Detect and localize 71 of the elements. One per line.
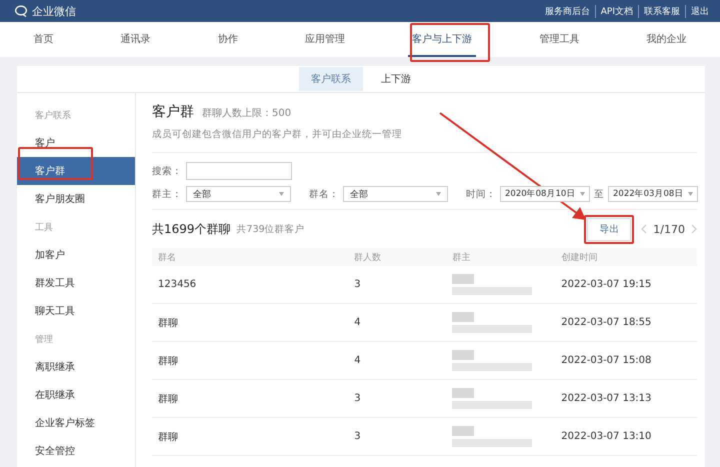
nav-tab[interactable]: 首页 — [30, 22, 58, 57]
page-description: 成员可创建包含微信用户的客户群，并可由企业统一管理 — [152, 128, 697, 153]
caret-icon — [436, 192, 441, 196]
member-count: 3 — [354, 431, 361, 442]
header-link[interactable]: 联系客服 — [638, 4, 685, 18]
group-name: 群聊 — [158, 394, 178, 404]
member-count: 3 — [354, 279, 361, 290]
name-dropdown[interactable]: 全部 — [343, 186, 448, 202]
page-title: 客户群 — [152, 103, 194, 121]
member-count: 4 — [354, 355, 361, 366]
column-header: 群人数 — [348, 248, 446, 266]
created-time: 2022-03-07 19:15 — [561, 279, 652, 290]
nav-tab[interactable]: 协作 — [214, 22, 242, 57]
sidebar-section-title: 工具 — [34, 222, 54, 235]
column-header: 群主 — [446, 248, 556, 266]
column-header: 创建时间 — [555, 248, 697, 266]
group-name: 群聊 — [158, 318, 178, 328]
created-time: 2022-03-07 15:08 — [561, 355, 652, 366]
group-count: 共1699个群聊 — [152, 220, 231, 238]
sidebar-section-title: 管理 — [34, 334, 54, 347]
sidebar-item[interactable]: 加客户 — [17, 241, 135, 269]
group-name: 群聊 — [158, 432, 178, 442]
logo-text: 企业微信 — [32, 4, 76, 18]
member-count: 3 — [354, 393, 361, 404]
to-label: 至 — [594, 188, 604, 200]
nav-tab[interactable]: 应用管理 — [300, 22, 349, 57]
sidebar-item[interactable]: 在职继承 — [17, 381, 135, 409]
sidebar-item[interactable]: 离职继承 — [17, 353, 135, 381]
sub-tab[interactable]: 上下游 — [369, 67, 423, 91]
sidebar-item[interactable]: 客户群 — [17, 157, 135, 185]
sidebar-item[interactable]: 客户朋友圈 — [17, 185, 135, 213]
chat-bubble-icon — [14, 5, 28, 17]
nav-tab[interactable]: 客户与上下游 — [408, 22, 476, 57]
nav-tab[interactable]: 通讯录 — [116, 22, 155, 57]
created-time: 2022-03-07 13:13 — [561, 393, 652, 404]
caret-icon — [279, 192, 284, 196]
sidebar-item[interactable]: 群发工具 — [17, 269, 135, 297]
member-limit: 群聊人数上限：500 — [202, 106, 292, 120]
created-time: 2022-03-07 13:10 — [561, 431, 652, 442]
group-name: 群聊 — [158, 356, 178, 366]
name-label: 群名： — [309, 188, 339, 200]
header-link[interactable]: 服务商后台 — [540, 4, 595, 18]
sidebar-section-title: 客户联系 — [34, 110, 72, 123]
previous-page-icon[interactable] — [641, 224, 648, 234]
next-page-icon[interactable] — [691, 224, 697, 234]
highlight-frame — [584, 214, 634, 244]
search-label: 搜索： — [152, 164, 182, 178]
member-count: 4 — [354, 317, 361, 328]
search-field[interactable] — [186, 162, 292, 180]
nav-tab[interactable]: 我的企业 — [642, 22, 690, 57]
column-header: 群名 — [152, 248, 348, 266]
customer-count: 共739位群客户 — [236, 222, 305, 236]
sidebar-item[interactable]: 聊天工具 — [17, 297, 135, 325]
time-label: 时间： — [466, 188, 496, 200]
page-indicator: 1/170 — [653, 222, 685, 236]
sub-tab[interactable]: 客户联系 — [299, 67, 363, 91]
sidebar-item[interactable]: 安全管控 — [17, 437, 135, 465]
sidebar-item[interactable]: 客户 — [17, 129, 135, 157]
header-link[interactable]: API文档 — [594, 4, 638, 18]
header-link[interactable]: 退出 — [685, 4, 714, 18]
start-date-field[interactable]: 2020年08月10日 — [500, 186, 590, 202]
export-button[interactable]: 导出 — [587, 218, 632, 240]
nav-tab[interactable]: 管理工具 — [535, 22, 584, 57]
caret-icon — [688, 192, 693, 196]
created-time: 2022-03-07 18:55 — [561, 317, 652, 328]
sidebar-item[interactable]: 企业客户标签 — [17, 409, 135, 437]
owner-label: 群主： — [152, 188, 182, 200]
end-date-field[interactable]: 2022年03月08日 — [608, 186, 698, 202]
caret-icon — [580, 192, 585, 196]
owner-dropdown[interactable]: 全部 — [186, 186, 291, 202]
group-name: 123456 — [158, 279, 196, 290]
